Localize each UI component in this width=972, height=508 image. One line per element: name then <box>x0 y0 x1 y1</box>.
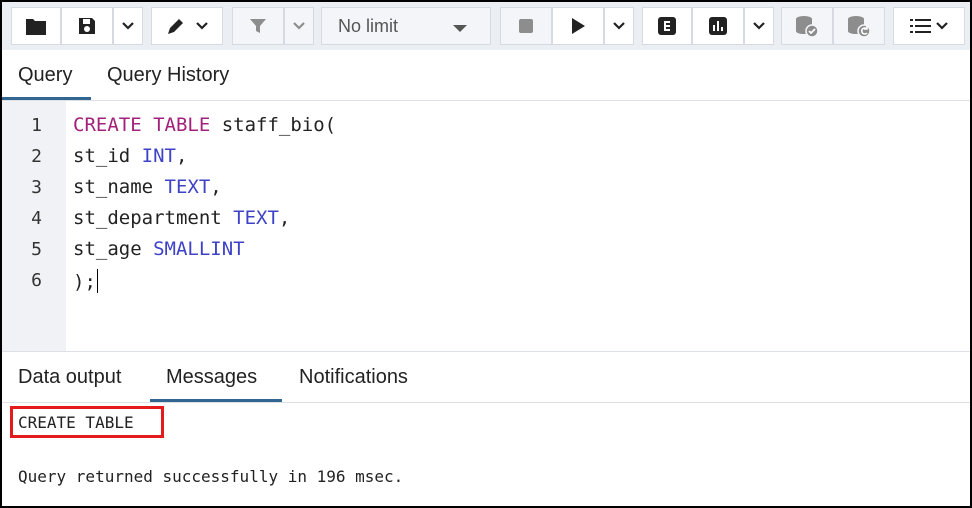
line-number: 1 <box>31 115 42 136</box>
chevron-down-icon <box>613 22 625 30</box>
code-text: , <box>210 176 222 198</box>
chart-icon <box>709 17 727 35</box>
explain-options-dropdown[interactable] <box>744 7 774 45</box>
code-line: st_id INT, <box>73 145 187 167</box>
sql-type: TEXT <box>164 176 211 198</box>
code-text: st_name <box>73 176 165 198</box>
code-text: , <box>175 145 188 167</box>
rollback-button[interactable] <box>833 7 885 45</box>
commit-button[interactable] <box>781 7 833 45</box>
caret-down-icon <box>453 25 467 32</box>
sql-type: SMALLINT <box>153 238 245 260</box>
line-number-gutter: 1 2 3 4 5 6 <box>2 101 66 351</box>
toolbar: No limit <box>2 2 970 50</box>
chevron-down-icon <box>122 22 134 30</box>
stop-query-button[interactable] <box>500 7 552 45</box>
row-limit-value: No limit <box>338 15 399 36</box>
sql-type: TEXT <box>233 207 279 229</box>
sql-editor[interactable]: 1 2 3 4 5 6 CREATE TABLE staff_bio( st_i… <box>2 101 970 352</box>
line-number: 5 <box>31 239 42 260</box>
tab-notifications[interactable]: Notifications <box>299 366 408 389</box>
folder-icon <box>26 19 46 35</box>
play-icon <box>572 18 585 34</box>
tab-messages[interactable]: Messages <box>166 366 257 389</box>
code-line: CREATE TABLE staff_bio( <box>73 114 336 136</box>
macros-button[interactable] <box>893 7 965 45</box>
code-text: st_department <box>73 207 234 229</box>
line-number: 3 <box>31 177 42 198</box>
pencil-icon <box>168 19 183 34</box>
line-number: 4 <box>31 208 42 229</box>
save-icon <box>79 18 95 34</box>
tab-query[interactable]: Query <box>18 64 72 87</box>
database-undo-icon <box>848 16 871 37</box>
open-file-button[interactable] <box>11 7 61 45</box>
chevron-down-icon <box>936 22 948 30</box>
stop-icon <box>519 19 533 33</box>
pgadmin-query-tool: No limit Query Query History 1 2 3 4 5 6… <box>0 0 972 508</box>
explain-icon <box>658 17 676 35</box>
code-line: st_name TEXT, <box>73 176 222 198</box>
active-tab-indicator <box>150 399 282 402</box>
result-message-highlighted: CREATE TABLE <box>10 406 164 438</box>
code-text: st_age <box>73 238 154 260</box>
tab-query-history[interactable]: Query History <box>107 64 229 87</box>
list-icon <box>910 19 931 33</box>
code-line: st_department TEXT, <box>73 207 290 229</box>
chevron-down-icon <box>293 22 305 30</box>
execute-button[interactable] <box>552 7 604 45</box>
output-tab-bar: Data output Messages Notifications <box>2 352 970 403</box>
code-text: ); <box>73 271 96 293</box>
filter-icon <box>250 19 266 33</box>
chevron-down-icon <box>196 22 208 30</box>
edit-button[interactable] <box>151 7 223 45</box>
line-number: 2 <box>31 146 42 167</box>
text-cursor <box>96 269 98 293</box>
save-options-dropdown[interactable] <box>113 7 143 45</box>
sql-type: INT <box>141 145 176 167</box>
row-limit-select[interactable]: No limit <box>321 7 491 45</box>
filter-options-dropdown[interactable] <box>284 7 314 45</box>
filter-button[interactable] <box>232 7 284 45</box>
line-number: 6 <box>31 270 42 291</box>
tab-data-output[interactable]: Data output <box>18 366 121 389</box>
explain-analyze-button[interactable] <box>692 7 744 45</box>
active-tab-indicator <box>2 97 91 100</box>
explain-button[interactable] <box>642 7 692 45</box>
result-message: CREATE TABLE <box>18 412 134 432</box>
code-line: st_age SMALLINT <box>73 238 245 260</box>
query-tab-bar: Query Query History <box>2 50 970 101</box>
status-message: Query returned successfully in 196 msec. <box>18 467 404 486</box>
code-line: ); <box>73 269 98 293</box>
code-text: staff_bio( <box>210 114 337 136</box>
code-text: , <box>278 207 291 229</box>
sql-keyword: CREATE TABLE <box>73 114 211 136</box>
code-text: st_id <box>73 145 142 167</box>
save-file-button[interactable] <box>61 7 113 45</box>
chevron-down-icon <box>753 22 765 30</box>
database-check-icon <box>796 16 819 37</box>
execute-options-dropdown[interactable] <box>604 7 634 45</box>
